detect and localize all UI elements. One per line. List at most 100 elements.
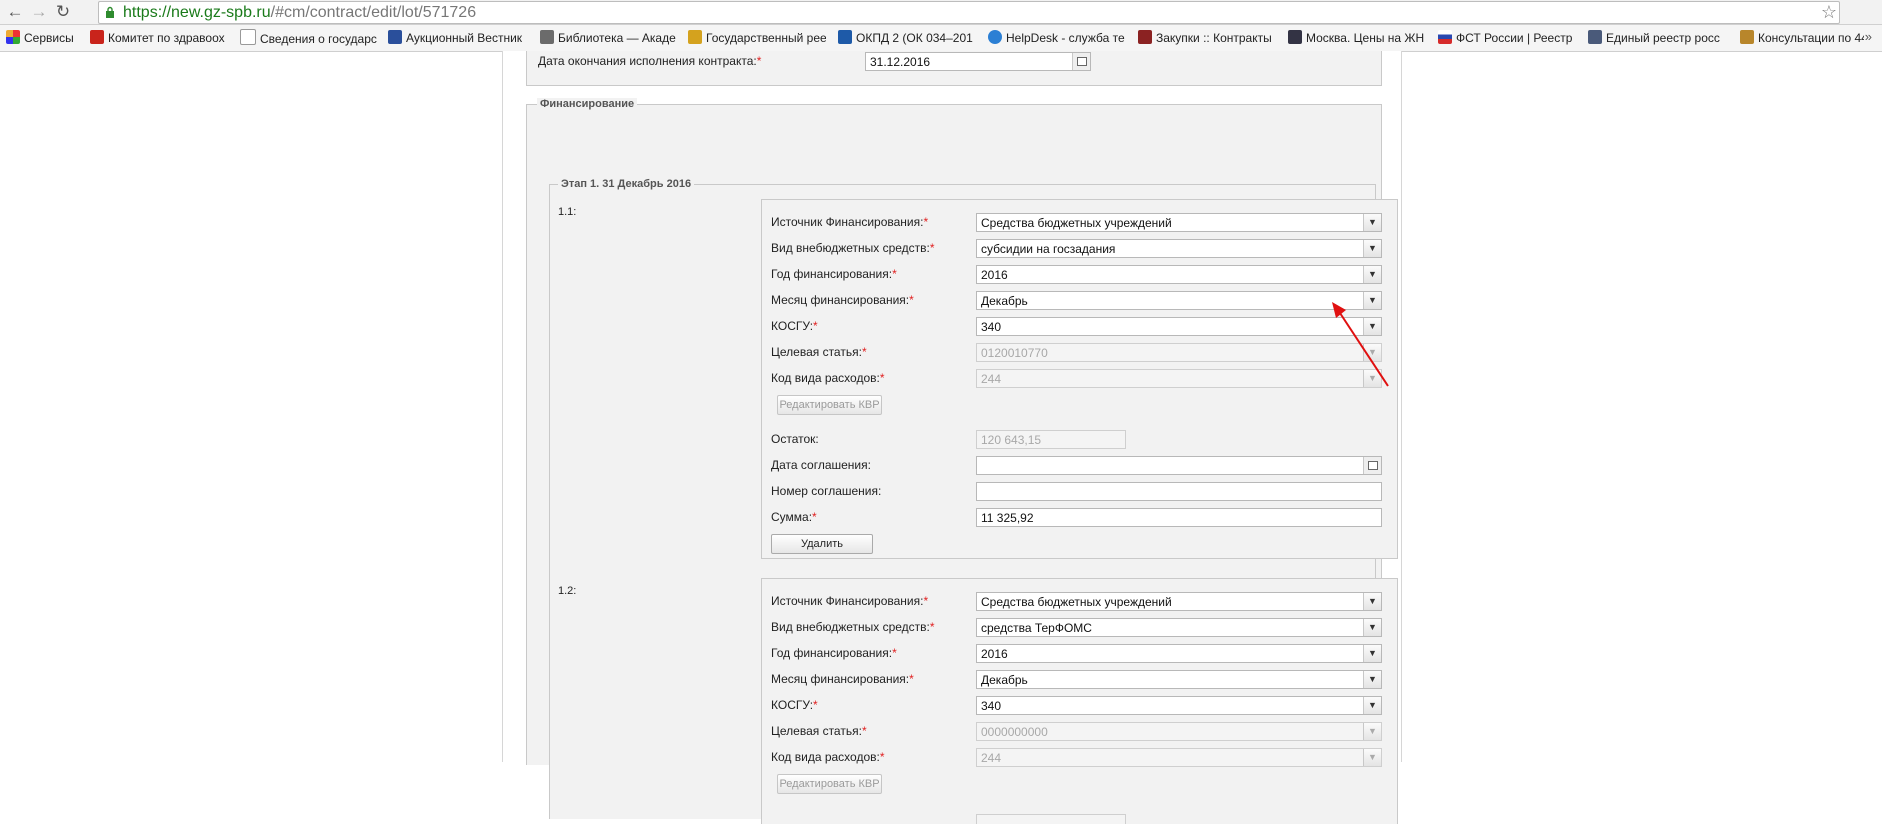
- back-icon[interactable]: ←: [4, 2, 26, 22]
- apps-grid-icon: [6, 30, 20, 44]
- required-mark: *: [879, 371, 885, 385]
- bookmark-item[interactable]: Единый реестр росс: [1588, 29, 1730, 47]
- required-mark: *: [909, 293, 914, 307]
- url-host: https://new.gz-spb.ru: [123, 4, 271, 21]
- kind-label-text: Вид внебюджетных средств:: [771, 241, 930, 255]
- year-select[interactable]: 2016 ▼: [976, 265, 1382, 284]
- chevron-down-icon[interactable]: ▼: [1363, 240, 1381, 257]
- calendar-icon[interactable]: [1072, 53, 1090, 70]
- more-bookmarks-icon[interactable]: »: [1865, 29, 1872, 44]
- agreement-date-label: Дата соглашения:: [771, 458, 871, 472]
- kind-label: Вид внебюджетных средств:*: [771, 241, 935, 255]
- source-select[interactable]: Средства бюджетных учреждений ▼: [976, 213, 1382, 232]
- target-value: 0000000000: [981, 725, 1048, 739]
- sum-label-text: Сумма:: [771, 510, 813, 524]
- stage-legend: Этап 1. 31 Декабрь 2016: [558, 178, 695, 190]
- address-bar[interactable]: https://new.gz-spb.ru/#cm/contract/edit/…: [98, 1, 1840, 24]
- year-select[interactable]: 2016 ▼: [976, 644, 1382, 663]
- chevron-down-icon[interactable]: ▼: [1363, 645, 1381, 662]
- bookmark-label: Государственный рее: [706, 31, 826, 45]
- agreement-number-input[interactable]: [976, 482, 1382, 501]
- bookmark-item[interactable]: Закупки :: Контракты: [1138, 29, 1278, 47]
- end-date-label-text: Дата окончания исполнения контракта:: [538, 54, 757, 68]
- source-label: Источник Финансирования:*: [771, 215, 928, 229]
- bookmark-item[interactable]: Комитет по здравоох: [90, 29, 226, 47]
- financing-item: Источник Финансирования:* Средства бюдже…: [761, 578, 1398, 824]
- bookmark-item[interactable]: Москва. Цены на ЖН: [1288, 29, 1426, 47]
- emblem-icon: [90, 30, 104, 44]
- page-content: Дата окончания исполнения контракта:* 31…: [502, 51, 1402, 824]
- bookmark-item[interactable]: Аукционный Вестник: [388, 29, 528, 47]
- item-number: 1.1:: [558, 206, 577, 218]
- source-value: Средства бюджетных учреждений: [981, 595, 1172, 609]
- chevron-down-icon: ▼: [1363, 749, 1381, 766]
- financing-legend: Финансирование: [537, 98, 638, 110]
- required-mark: *: [861, 345, 867, 359]
- bookmark-item[interactable]: Консультации по 44: [1740, 29, 1864, 47]
- kosgu-select[interactable]: 340 ▼: [976, 317, 1382, 336]
- kvr-select: 244 ▼: [976, 369, 1382, 388]
- chevron-down-icon[interactable]: ▼: [1363, 214, 1381, 231]
- month-select[interactable]: Декабрь ▼: [976, 291, 1382, 310]
- bookmark-label: Москва. Цены на ЖН: [1306, 31, 1425, 45]
- required-mark: *: [756, 54, 762, 68]
- chevron-down-icon[interactable]: ▼: [1363, 266, 1381, 283]
- letter-k-icon: [838, 30, 852, 44]
- city-emblem-icon: [1288, 30, 1302, 44]
- reload-icon[interactable]: ↻: [52, 2, 74, 22]
- required-mark: *: [892, 267, 897, 281]
- library-icon: [540, 30, 554, 44]
- red-annotation-arrow: [1332, 302, 1389, 387]
- year-label: Год финансирования:*: [771, 267, 897, 281]
- kosgu-select[interactable]: 340 ▼: [976, 696, 1382, 715]
- bookmark-item[interactable]: Сведения о государс: [240, 29, 378, 47]
- bookmark-label: ФСТ России | Реестр: [1456, 31, 1573, 45]
- bookmark-label: Закупки :: Контракты: [1156, 31, 1272, 45]
- required-mark: *: [929, 620, 935, 634]
- bookmark-item[interactable]: Библиотека — Акаде: [540, 29, 678, 47]
- month-label: Месяц финансирования:*: [771, 293, 914, 307]
- coat-of-arms-icon: [1740, 30, 1754, 44]
- financing-fieldset: Финансирование Этап 1. 31 Декабрь 2016 1…: [526, 98, 1398, 824]
- page-icon: [240, 29, 256, 45]
- month-select[interactable]: Декабрь ▼: [976, 670, 1382, 689]
- year-value: 2016: [981, 647, 1008, 661]
- bookmark-item[interactable]: Государственный рее: [688, 29, 826, 47]
- bookmark-star-icon[interactable]: ☆: [1821, 2, 1837, 23]
- bookmark-item[interactable]: HelpDesk - служба те: [988, 29, 1128, 47]
- forward-icon[interactable]: →: [28, 2, 50, 22]
- kvr-value: 244: [981, 751, 1002, 765]
- bookmark-label: Консультации по 44: [1758, 31, 1864, 45]
- source-label-text: Источник Финансирования:: [771, 594, 924, 608]
- source-label: Источник Финансирования:*: [771, 594, 928, 608]
- remainder-label: Остаток:: [771, 432, 819, 446]
- kosgu-label: КОСГУ:*: [771, 698, 818, 712]
- url-text: https://new.gz-spb.ru/#cm/contract/edit/…: [123, 2, 476, 23]
- kind-label-text: Вид внебюджетных средств:: [771, 620, 930, 634]
- bookmark-label: ОКПД 2 (ОК 034–201: [856, 31, 973, 45]
- target-label: Целевая статья:*: [771, 724, 867, 738]
- bookmark-item[interactable]: Сервисы: [6, 29, 82, 47]
- kvr-label: Код вида расходов:*: [771, 371, 885, 385]
- sum-label: Сумма:*: [771, 510, 817, 524]
- bookmark-item[interactable]: ОКПД 2 (ОК 034–201: [838, 29, 976, 47]
- sum-input[interactable]: 11 325,92: [976, 508, 1382, 527]
- target-select: 0000000000 ▼: [976, 722, 1382, 741]
- target-value: 0120010770: [981, 346, 1048, 360]
- target-select: 0120010770 ▼: [976, 343, 1382, 362]
- chevron-down-icon[interactable]: ▼: [1363, 593, 1381, 610]
- calendar-icon[interactable]: [1363, 457, 1381, 474]
- year-label-text: Год финансирования:: [771, 267, 893, 281]
- required-mark: *: [813, 698, 818, 712]
- chevron-down-icon[interactable]: ▼: [1363, 619, 1381, 636]
- kind-select[interactable]: субсидии на госзадания ▼: [976, 239, 1382, 258]
- delete-button[interactable]: Удалить: [771, 534, 873, 554]
- chevron-down-icon[interactable]: ▼: [1363, 671, 1381, 688]
- source-select[interactable]: Средства бюджетных учреждений ▼: [976, 592, 1382, 611]
- required-mark: *: [812, 510, 817, 524]
- agreement-date-input[interactable]: [976, 456, 1382, 475]
- kind-select[interactable]: средства ТерФОМС ▼: [976, 618, 1382, 637]
- chevron-down-icon[interactable]: ▼: [1363, 697, 1381, 714]
- bookmark-item[interactable]: ФСТ России | Реестр: [1438, 29, 1578, 47]
- end-date-input[interactable]: 31.12.2016: [865, 52, 1091, 71]
